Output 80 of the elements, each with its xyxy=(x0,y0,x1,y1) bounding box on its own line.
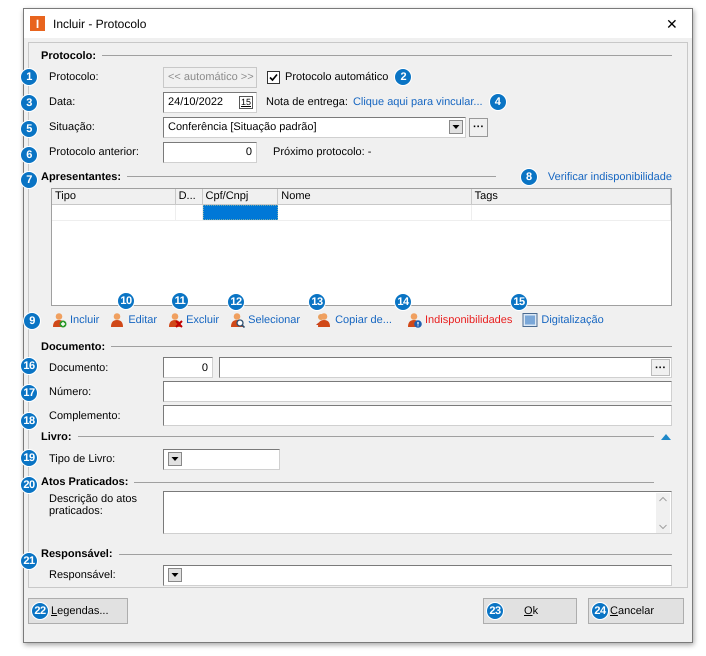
column-header[interactable]: Tags xyxy=(472,188,671,204)
field-label: Nota de entrega: xyxy=(266,96,348,108)
person-magnifier-icon xyxy=(229,312,246,328)
field-label: Descrição do atos praticados: xyxy=(48,493,138,518)
person-icon xyxy=(109,312,126,328)
checkbox[interactable] xyxy=(267,70,280,84)
toolbar-link[interactable]: Selecionar xyxy=(229,312,300,328)
calendar-button[interactable]: 15 xyxy=(238,96,253,109)
callout-number: 4 xyxy=(488,93,507,112)
dialog-button[interactable]: 24 Cancelar xyxy=(588,598,684,624)
section-heading: Documento: xyxy=(41,340,106,353)
app-logo: I xyxy=(30,16,45,31)
field-label: Data: xyxy=(48,96,76,108)
field-label: Complemento: xyxy=(48,410,122,422)
person-plus-icon xyxy=(51,312,67,328)
scrollbar[interactable] xyxy=(656,493,670,534)
next-protocol-text: Próximo protocolo: - xyxy=(273,146,372,158)
toolbar-link[interactable]: Copiar de... xyxy=(316,312,392,328)
number-field[interactable]: 0 xyxy=(163,142,257,163)
toolbar-link[interactable]: Indisponibilidades xyxy=(406,312,512,328)
table-cell[interactable] xyxy=(202,204,278,220)
field-label: Tipo de Livro: xyxy=(48,453,116,466)
field-label: Responsável: xyxy=(48,569,117,582)
number-field[interactable]: 0 xyxy=(163,357,213,378)
section-heading: Apresentantes: xyxy=(41,170,122,183)
callout-number: 21 xyxy=(20,552,38,570)
dialog-button[interactable]: 22 Legendas... xyxy=(28,598,128,624)
link[interactable]: Verificar indisponibilidade xyxy=(548,170,672,183)
link[interactable]: Clique aqui para vincular... xyxy=(352,96,483,108)
input-field[interactable] xyxy=(163,381,672,402)
field-label: Protocolo: xyxy=(48,71,100,84)
toolbar-link[interactable]: Excluir xyxy=(167,312,220,328)
ellipsis-button[interactable]: ··· xyxy=(651,359,670,376)
callout-number: 20 xyxy=(20,476,38,494)
callout-number: 2 xyxy=(394,68,412,86)
callout-number: 24 xyxy=(591,602,609,620)
callout-number: 8 xyxy=(520,168,538,186)
column-header[interactable]: Cpf/Cnpj xyxy=(202,188,278,204)
callout-number: 7 xyxy=(20,171,38,189)
section-heading: Protocolo: xyxy=(41,50,96,62)
column-header[interactable]: Nome xyxy=(278,188,472,204)
callout-number: 19 xyxy=(20,449,38,467)
book-type-dropdown[interactable] xyxy=(163,448,280,470)
document-field[interactable]: ··· xyxy=(219,357,672,378)
window-icon xyxy=(522,312,538,328)
callout-number: 6 xyxy=(20,146,38,164)
text-area[interactable] xyxy=(163,491,672,534)
column-header[interactable]: D... xyxy=(176,188,203,204)
callout-number: 18 xyxy=(20,412,38,430)
field-label: Situação: xyxy=(48,121,96,134)
window-title: Incluir - Protocolo xyxy=(53,16,148,30)
callout-number: 16 xyxy=(20,357,38,375)
checkbox-label: Protocolo automático xyxy=(285,71,388,84)
section-heading: Atos Praticados: xyxy=(41,476,128,488)
person-cross-icon xyxy=(167,312,184,328)
toolbar-link[interactable]: Digitalização xyxy=(522,312,604,328)
column-header[interactable]: Tipo xyxy=(52,188,176,204)
callout-number: 3 xyxy=(20,94,38,112)
field-label: Documento: xyxy=(48,362,110,374)
close-button[interactable]: ✕ xyxy=(652,16,692,32)
status-dropdown[interactable]: Conferência [Situação padrão] xyxy=(163,116,466,138)
people-icon xyxy=(316,312,332,328)
person-alert-icon xyxy=(406,312,422,328)
toolbar-link[interactable]: Incluir xyxy=(51,312,100,328)
callout-number: 1 xyxy=(20,68,38,86)
ellipsis-button[interactable]: ··· xyxy=(469,118,488,137)
field-label: Protocolo anterior: xyxy=(48,146,140,158)
callout-number: 17 xyxy=(20,384,38,402)
responsible-dropdown[interactable] xyxy=(163,564,672,586)
field-label: Número: xyxy=(48,386,92,398)
collapse-icon[interactable] xyxy=(660,432,672,441)
callout-number: 5 xyxy=(20,120,38,138)
callout-number: 22 xyxy=(31,602,49,620)
toolbar-link[interactable]: Editar xyxy=(109,312,158,328)
callout-number: 23 xyxy=(486,602,504,620)
section-heading: Responsável: xyxy=(41,548,113,560)
date-field[interactable]: 24/10/2022 15 xyxy=(163,92,257,113)
input-field[interactable] xyxy=(163,405,672,426)
dialog-button[interactable]: 23 Ok xyxy=(483,598,577,624)
section-heading: Livro: xyxy=(41,430,72,443)
